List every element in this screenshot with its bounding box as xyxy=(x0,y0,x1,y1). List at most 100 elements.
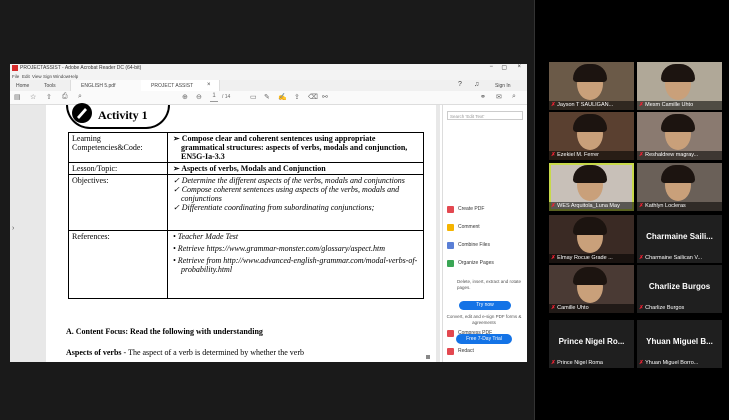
participant-display-name: Yhuan Miguel B... xyxy=(646,337,713,346)
window-title: PROJECTASSIST - Adobe Acrobat Reader DC … xyxy=(20,65,142,71)
activity-table-row: Learning Competencies&Code: ➢ Compose cle… xyxy=(68,132,424,163)
page-up-icon[interactable]: ⊕ xyxy=(182,93,188,101)
participant-hair xyxy=(661,114,695,132)
participant-tile[interactable]: Prince Nigel Ro... ✗ Prince Nigel Roma xyxy=(549,320,634,368)
participant-hair xyxy=(573,267,607,285)
participant-name: Kathlyn Locleras xyxy=(645,203,686,209)
close-tab-icon[interactable]: × xyxy=(207,82,211,88)
zoom-search-icon[interactable]: ⌕ xyxy=(78,93,82,101)
tool-redact[interactable]: Redact xyxy=(447,345,525,357)
close-button[interactable]: × xyxy=(517,64,521,70)
row-item[interactable]: • Retrieve https://www.grammar-monster.c… xyxy=(171,244,420,253)
participant-tile[interactable]: ✗ Ezekiel M. Ferrer xyxy=(549,112,634,160)
acrobat-logo-icon xyxy=(12,65,18,71)
participant-tile[interactable]: Charlize Burgos ✗ Charlize Burgos xyxy=(637,265,722,313)
link-icon[interactable]: ⚯ xyxy=(322,93,328,101)
maximize-button[interactable]: ▢ xyxy=(501,64,507,71)
page-down-icon[interactable]: ⊖ xyxy=(196,93,202,101)
row-item: ✓ Determine the different aspects of the… xyxy=(173,176,405,185)
participant-tile[interactable]: ✗ Elmay Rocue Grade ... xyxy=(549,215,634,263)
tool-label: Combine Files xyxy=(458,242,490,248)
tool-organize-pages[interactable]: Organize Pages xyxy=(447,257,525,269)
help-icon[interactable]: ? xyxy=(458,81,462,88)
menu-help[interactable]: Help xyxy=(69,74,78,79)
activity-banner: Activity 1 xyxy=(66,103,170,129)
menu-bar: File Edit View Sign Window Help xyxy=(10,73,527,80)
participant-hair xyxy=(573,64,607,82)
free-trial-button[interactable]: Free 7-Day Trial xyxy=(456,334,512,344)
menu-edit[interactable]: Edit xyxy=(22,74,30,79)
participant-name-label: ✗ Ezekiel M. Ferrer xyxy=(549,151,634,160)
share-icon[interactable]: ⇪ xyxy=(294,93,300,101)
participant-name-label: ✗ Jayson T SAULIGAN... xyxy=(549,101,634,110)
print-icon[interactable]: ⎙ xyxy=(62,93,68,101)
participant-tile[interactable]: ✗ Kathlyn Locleras xyxy=(637,163,722,211)
delete-icon[interactable]: ⌫ xyxy=(308,93,318,101)
paragraph: Aspects of verbs - The aspect of a verb … xyxy=(66,348,304,357)
tool-label: Redact xyxy=(458,348,474,354)
tab-home[interactable]: Home xyxy=(16,83,29,89)
participant-tile[interactable]: ✗ Jayson T SAULIGAN... xyxy=(549,62,634,110)
pen-tool-icon[interactable]: ✎ xyxy=(264,93,270,101)
convert-promo-text: Convert, edit and e-sign PDF forms & agr… xyxy=(446,314,522,325)
tool-comment[interactable]: Comment xyxy=(447,221,525,233)
participant-name: WES Arquitola_Luna May xyxy=(557,203,620,209)
tab-english5[interactable]: ENGLISH 5.pdf xyxy=(70,80,142,91)
menu-sign[interactable]: Sign xyxy=(43,74,52,79)
section-heading: A. Content Focus: Read the following wit… xyxy=(66,327,263,336)
participant-tile[interactable]: Yhuan Miguel B... ✗ Yhuan Miguel Borro... xyxy=(637,320,722,368)
participant-name-label: ✗ Reshaldrew magray... xyxy=(637,151,722,160)
participant-tile[interactable]: Charmaine Saili... ✗ Charmaine Sailican V… xyxy=(637,215,722,263)
participant-display-name: Prince Nigel Ro... xyxy=(558,337,625,346)
menu-view[interactable]: View xyxy=(32,74,42,79)
menu-file[interactable]: File xyxy=(12,74,19,79)
row-label: Lesson/Topic: xyxy=(68,162,168,175)
participant-name: Jayson T SAULIGAN... xyxy=(557,102,614,108)
tool-create-pdf[interactable]: Create PDF xyxy=(447,203,525,215)
tools-search-input[interactable]: Search 'Edit Text' xyxy=(447,111,523,120)
activity-table-row: Lesson/Topic: ➢ Aspects of verbs, Modals … xyxy=(68,162,424,175)
row-item[interactable]: • Retrieve from http://www.advanced-engl… xyxy=(171,256,420,274)
tab-english5-label: ENGLISH 5.pdf xyxy=(81,83,116,89)
participant-tile[interactable]: ✗ Reshaldrew magray... xyxy=(637,112,722,160)
participant-name-label: ✗ Charlize Burgos xyxy=(637,304,722,313)
tab-tools[interactable]: Tools xyxy=(44,83,56,89)
tool-label: Create PDF xyxy=(458,206,485,212)
participant-name: Reshaldrew magray... xyxy=(645,152,699,158)
participant-hair xyxy=(573,217,607,235)
row-content: • Teacher Made Test • Retrieve https://ww… xyxy=(167,230,424,299)
bookmark-star-icon[interactable]: ☆ xyxy=(30,93,36,101)
row-content: ➢ Compose clear and coherent sentences u… xyxy=(167,132,424,163)
share-people-icon[interactable]: ⚭ xyxy=(480,93,486,101)
upload-icon[interactable]: ⇧ xyxy=(46,93,52,101)
tool-combine-files[interactable]: Combine Files xyxy=(447,239,525,251)
document-area: › Activity 1 Learning Competencies&Code:… xyxy=(10,103,440,362)
comment-tool-icon[interactable]: ▭ xyxy=(250,93,257,101)
search-icon[interactable]: ⌕ xyxy=(512,93,516,101)
mail-icon[interactable]: ✉ xyxy=(496,93,502,101)
participant-name: Prince Nigel Roma xyxy=(557,360,603,366)
left-panel-expand-icon[interactable]: › xyxy=(12,225,14,232)
menu-window[interactable]: Window xyxy=(53,74,69,79)
participant-hair xyxy=(661,165,695,183)
participant-name-label: ✗ Yhuan Miguel Borro... xyxy=(637,359,722,368)
participant-tile[interactable]: ✗ WES Arquitola_Luna May xyxy=(549,163,634,211)
participant-name-label: ✗ Prince Nigel Roma xyxy=(549,359,634,368)
title-bar: PROJECTASSIST - Adobe Acrobat Reader DC … xyxy=(10,64,527,73)
scrollbar-handle[interactable] xyxy=(426,355,430,359)
tab-project-assist-label: PROJECT ASSIST xyxy=(151,83,194,89)
paragraph-term: Aspects of verbs xyxy=(66,348,122,357)
sign-in-link[interactable]: Sign In xyxy=(495,83,511,89)
sign-tool-icon[interactable]: ✍ xyxy=(278,93,287,101)
participant-tile[interactable]: ✗ Camille Uhto xyxy=(549,265,634,313)
minimize-button[interactable]: − xyxy=(489,64,493,70)
sidebar-toggle-icon[interactable]: ▤ xyxy=(14,93,21,101)
participant-name: Yhuan Miguel Borro... xyxy=(645,360,699,366)
tab-project-assist[interactable]: PROJECT ASSIST × xyxy=(141,80,220,91)
pencil-icon xyxy=(72,103,92,123)
participant-tile[interactable]: ✗ Mesm Camille Uhto xyxy=(637,62,722,110)
notification-bell-icon[interactable]: ♫ xyxy=(474,81,479,88)
participant-hair xyxy=(573,114,607,132)
try-now-button[interactable]: Try now xyxy=(459,301,511,310)
page-number-input[interactable]: 1 xyxy=(210,93,218,102)
